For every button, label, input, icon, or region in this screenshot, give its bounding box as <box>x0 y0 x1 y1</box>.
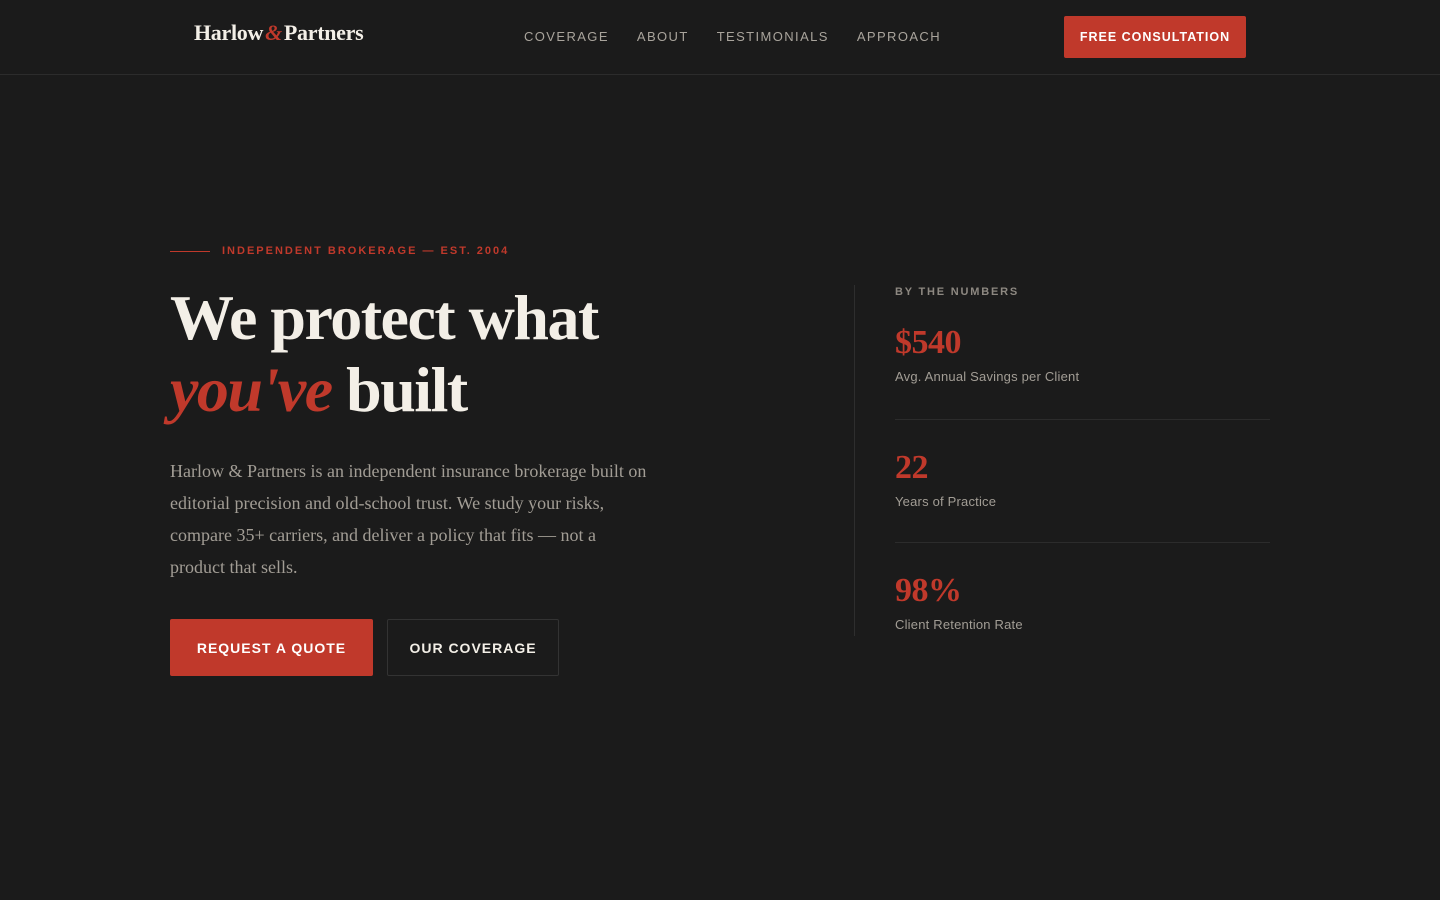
stat-item-savings: $540 Avg. Annual Savings per Client <box>895 323 1270 420</box>
request-quote-button[interactable]: REQUEST A QUOTE <box>170 619 373 676</box>
brand-logo[interactable]: Harlow&Partners <box>194 20 364 46</box>
headline-line-2: built <box>346 354 468 425</box>
hero-headline: We protect what you've built <box>170 282 730 426</box>
stat-label: Client Retention Rate <box>895 617 1023 632</box>
nav-link-about[interactable]: ABOUT <box>637 29 689 44</box>
stat-label: Avg. Annual Savings per Client <box>895 369 1080 384</box>
headline-accent: you've <box>170 354 333 425</box>
hero-eyebrow: INDEPENDENT BROKERAGE — EST. 2004 <box>170 245 509 257</box>
stats-panel: BY THE NUMBERS $540 Avg. Annual Savings … <box>895 285 1270 632</box>
stat-value: 22 <box>895 449 929 486</box>
stat-item-retention: 98% Client Retention Rate <box>895 543 1270 632</box>
hero-description: Harlow & Partners is an independent insu… <box>170 461 647 577</box>
stat-value: 98% <box>895 572 962 609</box>
logo-name-second: Partners <box>283 20 364 45</box>
free-consultation-button[interactable]: FREE CONSULTATION <box>1064 16 1246 58</box>
nav-link-coverage[interactable]: COVERAGE <box>524 29 609 44</box>
stats-heading: BY THE NUMBERS <box>895 286 1020 298</box>
site-header: Harlow&Partners COVERAGE ABOUT TESTIMONI… <box>0 0 1440 75</box>
stat-value: $540 <box>895 324 962 361</box>
nav-link-approach[interactable]: APPROACH <box>857 29 941 44</box>
eyebrow-rule <box>170 250 210 252</box>
headline-line-1: We protect what <box>170 282 599 353</box>
our-coverage-button[interactable]: OUR COVERAGE <box>387 619 559 676</box>
logo-name-first: Harlow <box>194 20 264 45</box>
stat-item-years: 22 Years of Practice <box>895 420 1270 543</box>
logo-ampersand: & <box>265 20 282 45</box>
main-nav: COVERAGE ABOUT TESTIMONIALS APPROACH <box>524 29 969 44</box>
eyebrow-text: INDEPENDENT BROKERAGE — EST. 2004 <box>222 245 510 257</box>
stats-divider <box>854 285 855 636</box>
nav-link-testimonials[interactable]: TESTIMONIALS <box>717 29 829 44</box>
stat-label: Years of Practice <box>895 494 997 509</box>
